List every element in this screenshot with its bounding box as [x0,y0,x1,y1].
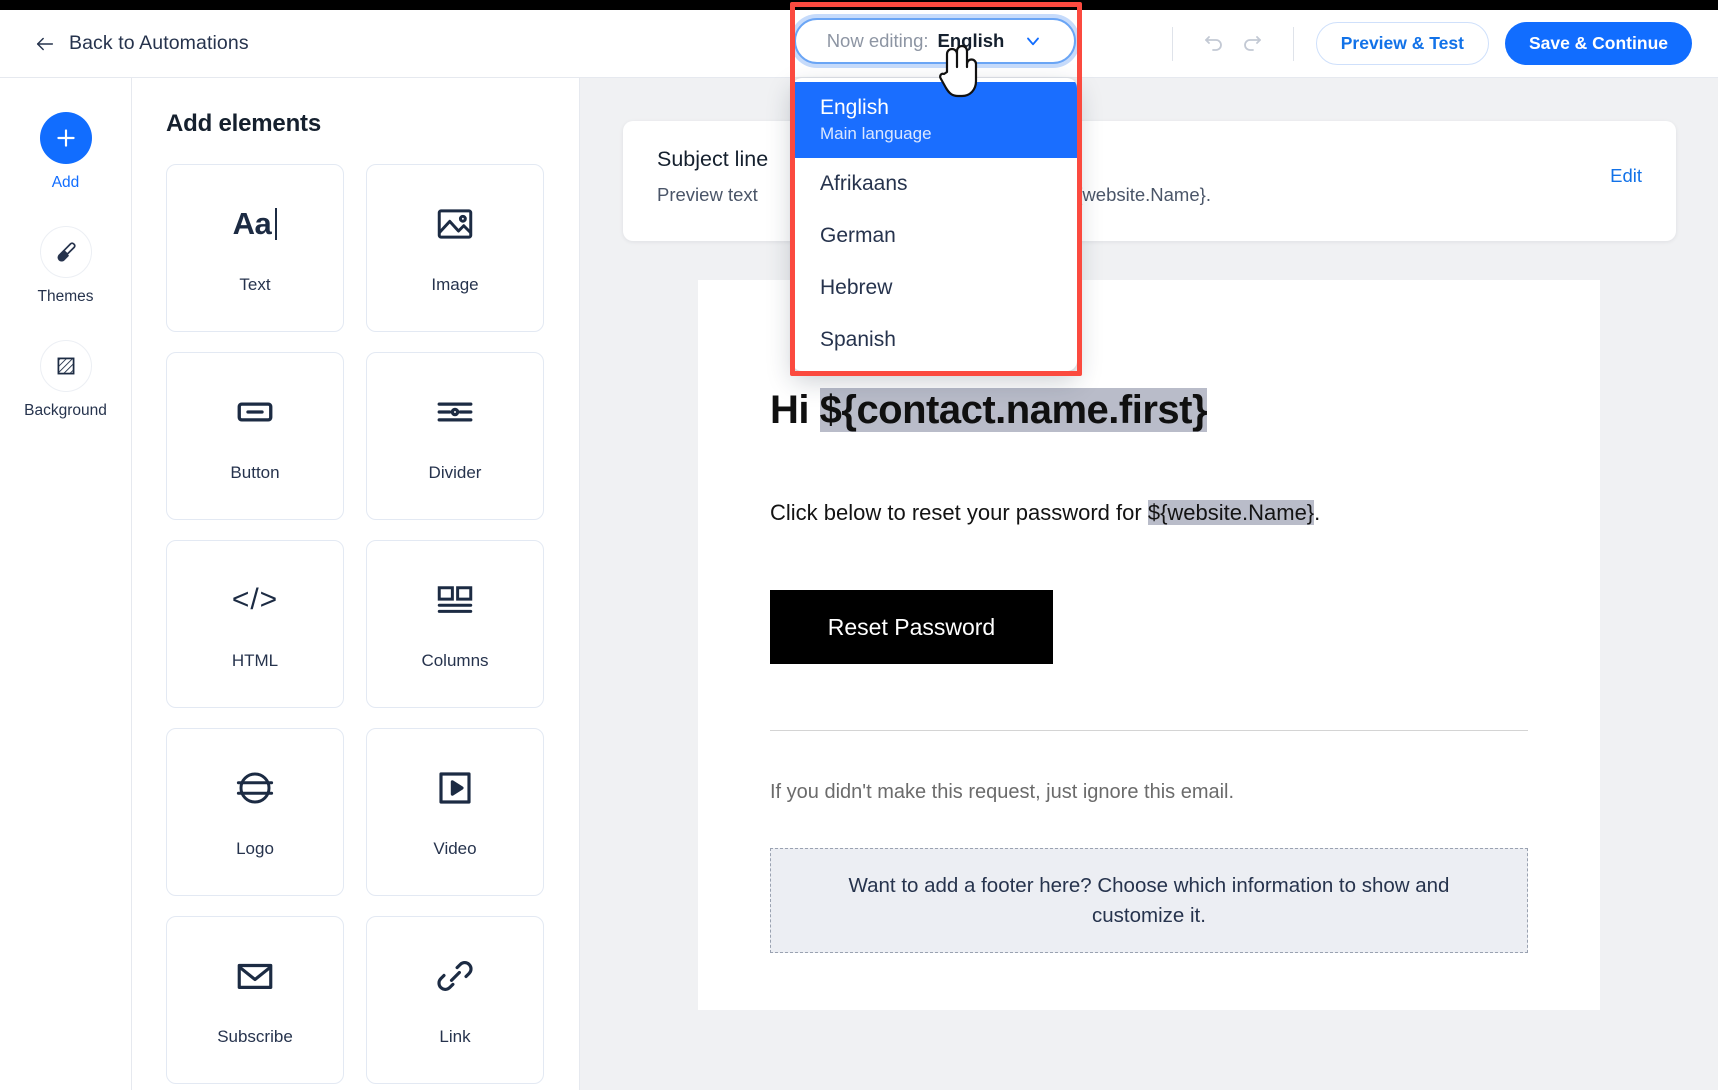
element-card-label: Video [433,839,477,858]
rail-item-background[interactable]: Background [0,340,131,420]
undo-icon[interactable] [1195,25,1233,63]
rail-item-themes[interactable]: Themes [0,226,131,306]
back-link-label: Back to Automations [69,32,249,54]
email-preview-sheet: Hi ${contact.name.first} Click below to … [698,280,1600,1010]
email-body-variable: ${website.Name} [1147,500,1315,525]
subject-edit-link[interactable]: Edit [1610,165,1642,187]
browser-top-strip [0,0,1718,10]
pointer-hand-cursor [935,42,979,100]
email-heading-prefix: Hi [770,388,820,432]
logo-icon [234,765,276,811]
element-card-label: Divider [428,463,482,482]
element-card-subscribe[interactable]: Subscribe [166,916,344,1084]
email-heading[interactable]: Hi ${contact.name.first} [770,386,1528,434]
button-icon [234,389,276,435]
hatched-square-icon [39,340,92,392]
subject-line-card: Subject line Preview text password for $… [623,121,1676,241]
rail-item-add[interactable]: Add [0,112,131,192]
paintbrush-icon [39,226,92,278]
language-option-spanish[interactable]: Spanish [792,314,1077,366]
redo-icon[interactable] [1233,25,1271,63]
footer-placeholder-box[interactable]: Want to add a footer here? Choose which … [770,848,1528,954]
back-to-automations-link[interactable]: Back to Automations [34,32,249,55]
element-card-label: Columns [421,651,489,670]
divider-icon [434,389,476,435]
element-card-label: Link [439,1027,471,1046]
element-card-button[interactable]: Button [166,352,344,520]
rail-label-background: Background [24,402,107,419]
footer-placeholder-text: Want to add a footer here? Choose which … [848,874,1450,927]
left-icon-rail: Add Themes Background [0,78,132,1090]
email-body-suffix: . [1314,500,1321,525]
plus-icon [39,112,92,164]
element-card-label: HTML [231,651,279,670]
email-body-paragraph[interactable]: Click below to reset your password for $… [770,500,1528,526]
video-icon [434,765,476,811]
email-body-prefix: Click below to reset your password for [770,500,1148,525]
element-card-label: Image [431,275,479,294]
element-card-html[interactable]: </> HTML [166,540,344,708]
element-card-label: Button [230,463,280,482]
columns-icon [434,577,476,623]
link-icon [434,953,476,999]
envelope-icon [234,953,276,999]
language-option-afrikaans[interactable]: Afrikaans [792,158,1077,210]
email-divider [770,730,1528,731]
element-card-columns[interactable]: Columns [366,540,544,708]
language-option-label: English [820,96,889,119]
add-elements-panel: Add elements Aa Text Image Button Divide… [132,78,580,1090]
chevron-down-icon [1023,31,1043,51]
element-card-link[interactable]: Link [366,916,544,1084]
top-bar-actions: Preview & Test Save & Continue [1150,22,1692,65]
preview-text-label: Preview text [657,184,758,205]
rail-label-add: Add [51,174,80,191]
element-card-label: Logo [236,839,274,858]
divider-1 [1171,26,1173,61]
language-option-german[interactable]: German [792,210,1077,262]
element-card-label: Text [239,275,271,294]
panel-title: Add elements [166,110,321,137]
elements-grid: Aa Text Image Button Divider </> HTML Co… [166,164,544,1084]
preview-test-button[interactable]: Preview & Test [1315,22,1489,65]
language-selector-prefix: Now editing: [826,30,929,51]
save-continue-button[interactable]: Save & Continue [1504,22,1692,65]
arrow-left-icon [34,33,56,55]
automation-email-editor: Back to Automations Preview & Test Save … [0,0,1718,1090]
element-card-logo[interactable]: Logo [166,728,344,896]
element-card-image[interactable]: Image [366,164,544,332]
element-card-video[interactable]: Video [366,728,544,896]
email-heading-variable: ${contact.name.first} [819,388,1208,432]
language-option-sublabel: Main language [820,124,932,144]
email-canvas: Subject line Preview text password for $… [580,78,1718,1090]
text-aa-icon: Aa [233,201,278,247]
rail-label-themes: Themes [37,288,94,305]
divider-2 [1292,26,1294,61]
element-card-label: Subscribe [217,1027,293,1046]
reset-password-cta-button[interactable]: Reset Password [770,590,1053,664]
element-card-divider[interactable]: Divider [366,352,544,520]
image-icon [434,201,476,247]
language-option-hebrew[interactable]: Hebrew [792,262,1077,314]
element-card-text[interactable]: Aa Text [166,164,344,332]
email-disclaimer-note[interactable]: If you didn't make this request, just ig… [770,781,1528,804]
language-dropdown-menu[interactable]: English Main language Afrikaans German H… [792,78,1077,371]
code-icon: </> [231,583,279,616]
